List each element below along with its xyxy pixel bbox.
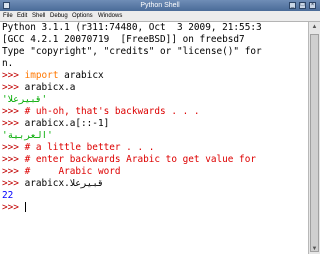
- prompt: >>>: [2, 118, 19, 129]
- vertical-scrollbar[interactable]: ▲ ▼: [308, 22, 320, 254]
- menu-bar: File Edit Shell Debug Options Windows: [0, 11, 320, 22]
- window-title: Python Shell: [140, 2, 180, 9]
- active-input-line[interactable]: >>>: [2, 202, 26, 214]
- prompt: >>>: [2, 202, 19, 213]
- input-text: arabicx.قبيرعلا: [18, 178, 104, 189]
- result-value: 22: [2, 190, 14, 201]
- banner-line: [GCC 4.2.1 20070719 [FreeBSD]] on freebs…: [2, 34, 245, 45]
- menu-shell[interactable]: Shell: [32, 11, 45, 21]
- scroll-down-icon[interactable]: ▼: [310, 244, 319, 254]
- menu-options[interactable]: Options: [72, 11, 93, 21]
- prompt: >>>: [2, 82, 19, 93]
- prompt: >>>: [2, 142, 19, 153]
- banner-line: Python 3.1.1 (r311:74480, Oct 3 2009, 21…: [2, 22, 262, 33]
- result-string: 'قبيرعلا': [2, 94, 48, 105]
- input-line: >>> import arabicx: [2, 70, 104, 82]
- input-text: arabicx.a[::-1]: [18, 118, 110, 129]
- menu-edit[interactable]: Edit: [17, 11, 27, 21]
- input-line: >>> # Arabic word: [2, 166, 121, 178]
- text-cursor: [24, 202, 26, 212]
- input-line: >>> arabicx.a: [2, 82, 75, 94]
- prompt: >>>: [2, 166, 19, 177]
- maximize-button[interactable]: □: [299, 2, 306, 9]
- comment-text: # uh-oh, that's backwards . . .: [18, 106, 200, 117]
- close-button[interactable]: ×: [309, 2, 316, 9]
- input-line: >>> # a little better . . .: [2, 142, 154, 154]
- minimize-button[interactable]: _: [289, 2, 296, 9]
- comment-text: # Arabic word: [18, 166, 121, 177]
- input-line: >>> arabicx.قبيرعلا: [2, 178, 104, 190]
- prompt: >>>: [2, 106, 19, 117]
- menu-debug[interactable]: Debug: [50, 11, 68, 21]
- menu-file[interactable]: File: [3, 11, 13, 21]
- comment-text: # enter backwards Arabic to get value fo…: [18, 154, 256, 165]
- title-bar[interactable]: Python Shell _ □ ×: [0, 0, 320, 11]
- input-line: >>> # uh-oh, that's backwards . . .: [2, 106, 200, 118]
- prompt: >>>: [2, 70, 19, 81]
- menu-windows[interactable]: Windows: [98, 11, 122, 21]
- prompt: >>>: [2, 154, 19, 165]
- banner-line: Type "copyright", "credits" or "license(…: [2, 46, 262, 57]
- banner-line: n.: [2, 58, 14, 69]
- comment-text: # a little better . . .: [18, 142, 155, 153]
- scroll-up-icon[interactable]: ▲: [310, 22, 319, 32]
- input-text: arabicx.a: [18, 82, 76, 93]
- prompt: >>>: [2, 178, 19, 189]
- input-line: >>> # enter backwards Arabic to get valu…: [2, 154, 256, 166]
- python-shell-window: Python Shell _ □ × File Edit Shell Debug…: [0, 0, 320, 254]
- import-keyword: import: [24, 70, 59, 81]
- input-line: >>> arabicx.a[::-1]: [2, 118, 109, 130]
- input-text: arabicx: [58, 70, 104, 81]
- shell-text-area[interactable]: Python 3.1.1 (r311:74480, Oct 3 2009, 21…: [0, 22, 308, 254]
- scroll-thumb[interactable]: [310, 34, 319, 252]
- result-string: 'العربية': [2, 130, 53, 141]
